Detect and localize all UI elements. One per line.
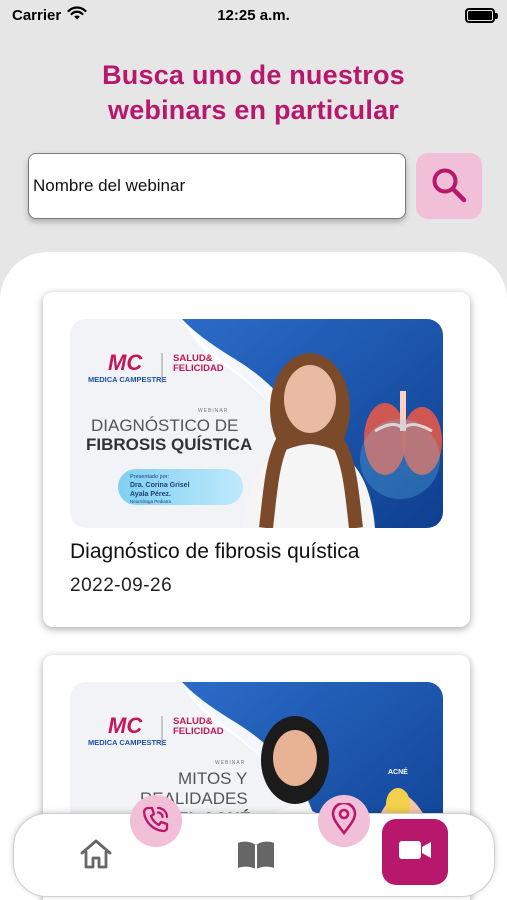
- brand-mc: MC: [108, 350, 143, 375]
- brand-mc-name: MEDICA CAMPESTRE: [88, 738, 166, 747]
- webinar-card[interactable]: MC MEDICA CAMPESTRE SALUD& FELICIDAD WEB…: [43, 292, 470, 627]
- location-button[interactable]: [318, 795, 370, 847]
- page-title: Busca uno de nuestros webinars en partic…: [40, 58, 467, 128]
- webinar-kind: WEBINAR: [215, 760, 245, 766]
- banner-heading-1: DIAGNÓSTICO DE: [91, 416, 238, 435]
- search-input[interactable]: [28, 153, 406, 219]
- brand-felicidad: FELICIDAD: [173, 726, 224, 737]
- page-title-line2: webinars en particular: [108, 95, 399, 125]
- brand-mc: MC: [108, 713, 143, 738]
- status-left: Carrier: [12, 5, 87, 25]
- search-button[interactable]: [416, 153, 482, 219]
- home-icon[interactable]: [78, 836, 114, 872]
- banner-heading-1: MITOS Y: [178, 769, 247, 788]
- wifi-icon: [67, 5, 87, 25]
- brand-mc-name: MEDICA CAMPESTRE: [88, 375, 166, 384]
- search-icon: [430, 166, 468, 207]
- phone-button[interactable]: [130, 795, 182, 847]
- webinar-title: Diagnóstico de fibrosis quística: [70, 540, 360, 563]
- banner-heading-2: FIBROSIS QUÍSTICA: [86, 435, 252, 454]
- video-camera-icon: [398, 839, 432, 866]
- carrier-label: Carrier: [12, 6, 62, 24]
- presenter-role: Neumóloga Pediatra: [130, 499, 172, 504]
- book-icon[interactable]: [234, 838, 278, 872]
- presenter-intro: Presentado por:: [130, 474, 170, 480]
- webinar-kind: WEBINAR: [198, 408, 228, 414]
- battery-icon: [465, 7, 498, 23]
- brand-felicidad: FELICIDAD: [173, 363, 224, 374]
- webinar-thumbnail: MC MEDICA CAMPESTRE SALUD& FELICIDAD WEB…: [70, 319, 443, 528]
- video-button[interactable]: [382, 819, 448, 885]
- status-bar: Carrier 12:25 a.m.: [0, 0, 507, 30]
- webinar-date: 2022-09-26: [70, 575, 173, 596]
- presenter-name-1: Dra. Corina Grisel: [130, 482, 190, 489]
- page-title-line1: Busca uno de nuestros: [102, 60, 405, 90]
- presenter-name-2: Ayala Pérez.: [130, 491, 171, 498]
- phone-icon: [141, 804, 171, 839]
- tag-acne: ACNÉ: [388, 767, 408, 776]
- location-icon: [331, 801, 357, 840]
